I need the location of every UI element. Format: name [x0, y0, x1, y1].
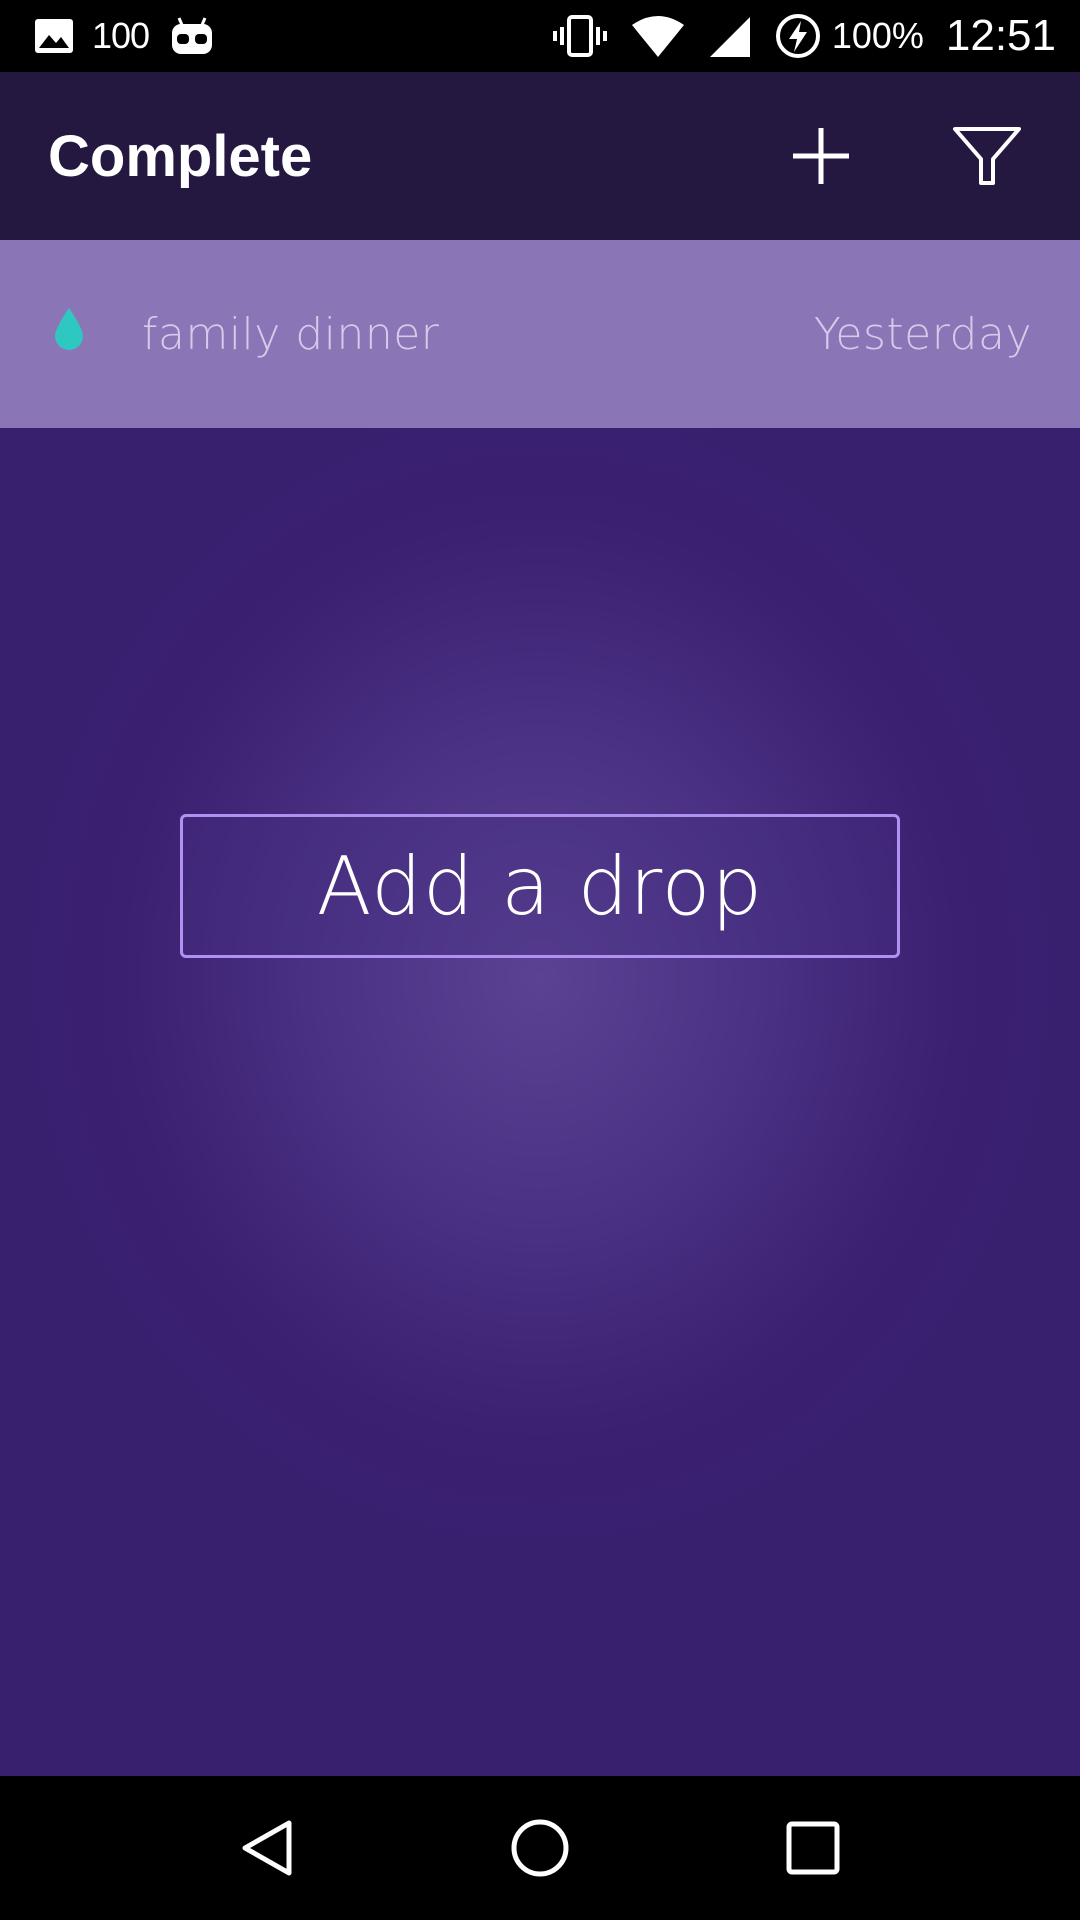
- status-bar-left: 100: [34, 15, 215, 57]
- filter-button[interactable]: [942, 111, 1032, 201]
- add-icon: [793, 128, 849, 184]
- list-item[interactable]: family dinner Yesterday: [0, 240, 1080, 428]
- add-button[interactable]: [776, 111, 866, 201]
- page-title: Complete: [48, 123, 313, 189]
- vibrate-icon: [552, 15, 608, 57]
- drop-title: family dinner: [142, 308, 440, 360]
- home-button[interactable]: [490, 1798, 590, 1898]
- filter-icon: [953, 127, 1021, 185]
- back-button[interactable]: [217, 1798, 317, 1898]
- status-bar-right: 100% 12:51: [552, 11, 1056, 61]
- recents-button[interactable]: [763, 1798, 863, 1898]
- nav-bar: [0, 1776, 1080, 1920]
- drop-icon: [54, 306, 84, 352]
- app-bar: Complete: [0, 72, 1080, 240]
- clock: 12:51: [945, 11, 1056, 60]
- image-icon: [34, 18, 74, 54]
- main-content: family dinner Yesterday Add a drop: [0, 240, 1080, 1776]
- wifi-icon: [630, 15, 686, 57]
- signal-icon: [708, 15, 752, 57]
- recents-icon: [786, 1821, 840, 1875]
- battery-percent: 100%: [831, 15, 924, 56]
- notification-count: 100: [92, 15, 150, 56]
- add-drop-button[interactable]: Add a drop: [180, 814, 900, 958]
- drop-date: Yesterday: [813, 308, 1032, 360]
- app-bar-actions: [776, 111, 1032, 201]
- home-icon: [511, 1819, 569, 1877]
- battery-charging-icon: [774, 12, 822, 60]
- status-bar: 100 100% 12:51: [0, 0, 1080, 72]
- back-icon: [242, 1820, 292, 1876]
- cyanogen-robot-icon: [169, 16, 215, 56]
